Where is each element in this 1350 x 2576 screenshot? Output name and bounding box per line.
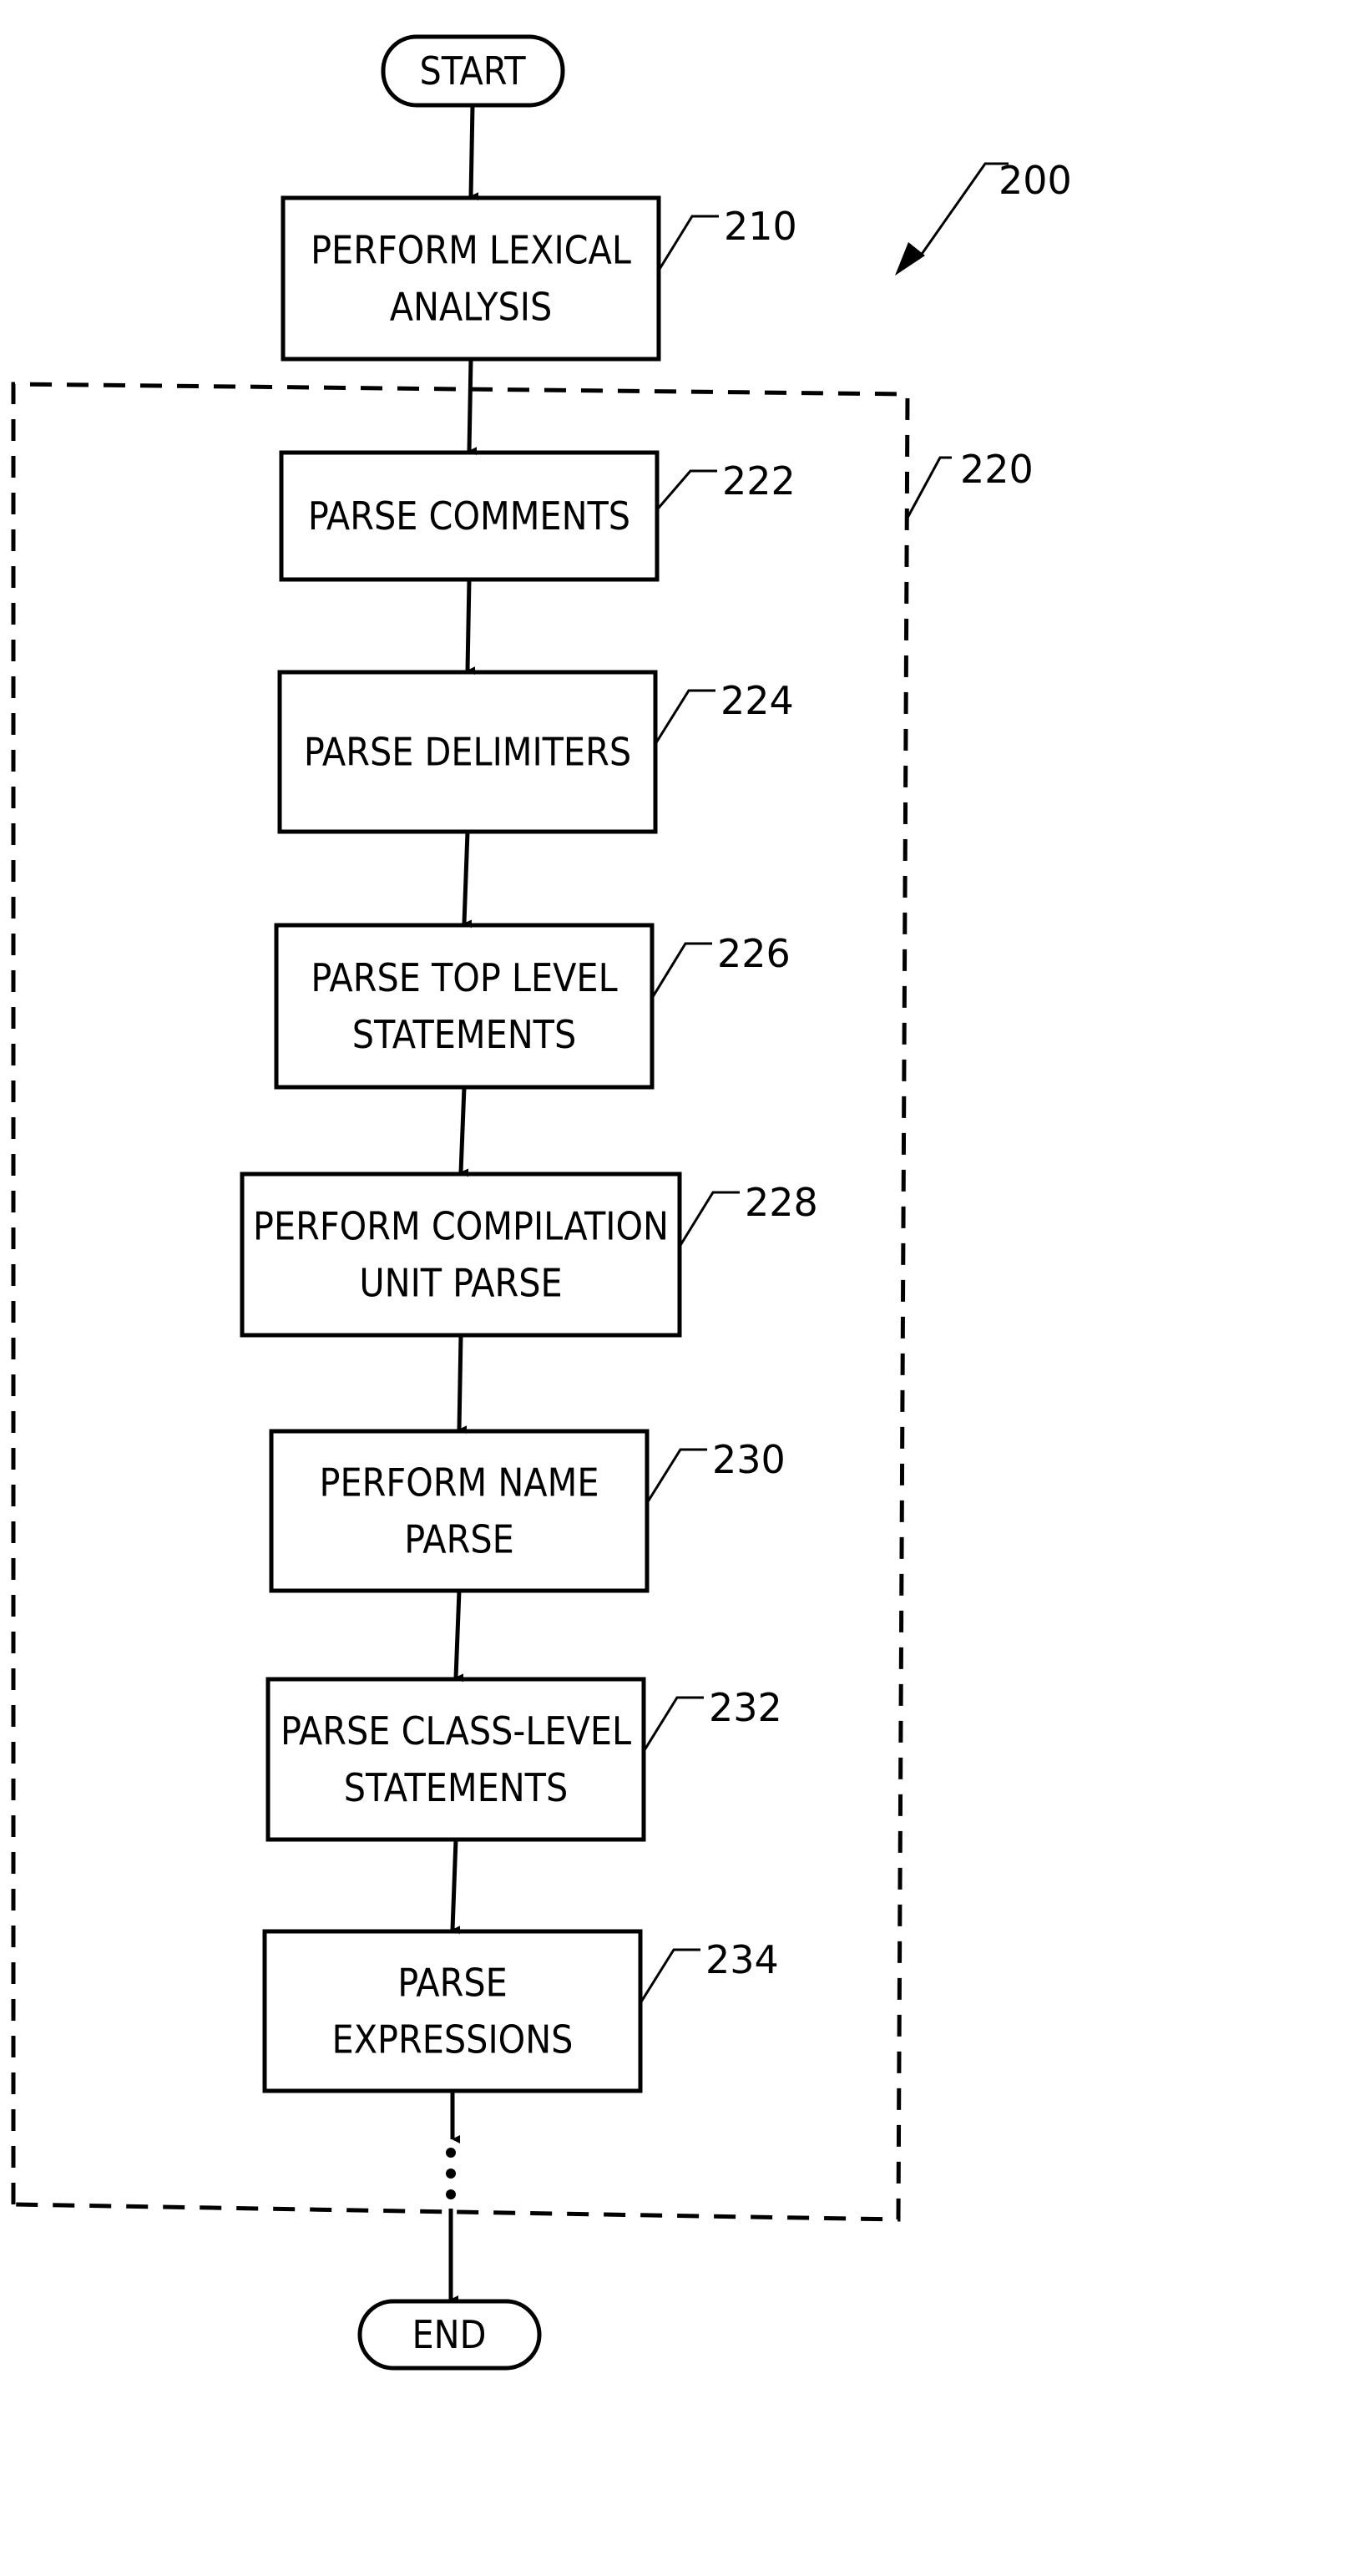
continuation-dots [446, 2148, 456, 2199]
arrow-connector [458, 1086, 469, 1177]
step-label-line: PARSE COMMENTS [308, 493, 630, 539]
arrow-connector [457, 1334, 468, 1435]
step-ref-leader [678, 1191, 740, 1248]
step-ref-leader [642, 1696, 704, 1753]
step-ref-leader [645, 1448, 707, 1504]
step-label-line: PARSE [397, 1961, 508, 2006]
figure-reference: 200 [895, 158, 1072, 276]
step-226: PARSE TOP LEVEL STATEMENTS 226 [274, 923, 791, 1090]
step-label-line: PARSE [404, 1517, 514, 1562]
step-222: PARSE COMMENTS 222 [279, 450, 796, 582]
step-label-line: PERFORM LEXICAL [311, 228, 631, 273]
step-box [281, 195, 661, 362]
end-terminal: END [357, 2299, 542, 2371]
parsing-flowchart: 200 220 START PERFORM LEXICAL ANALYSIS 210… [11, 34, 1072, 2371]
step-ref-label: 230 [712, 1437, 786, 1482]
parse-group-leader [906, 456, 952, 519]
step-ref-label: 228 [745, 1180, 818, 1225]
step-label-line: PARSE CLASS-LEVEL [281, 1708, 631, 1754]
step-label-line: PARSE DELIMITERS [304, 730, 631, 775]
continuation-dot [446, 2189, 456, 2199]
step-224: PARSE DELIMITERS 224 [277, 670, 794, 834]
step-label-line: STATEMENTS [344, 1765, 568, 1810]
step-ref-label: 210 [724, 204, 797, 249]
step-ref-label: 222 [722, 458, 796, 504]
step-box [274, 923, 655, 1090]
start-label: START [420, 48, 527, 94]
step-label-line: EXPRESSIONS [332, 2017, 574, 2062]
continuation-dot [446, 2148, 456, 2158]
step-230: PERFORM NAME PARSE 230 [269, 1429, 786, 1593]
figure-reference-leader [917, 162, 1009, 260]
arrow-connector [465, 579, 476, 676]
step-label-line: ANALYSIS [390, 285, 553, 330]
step-ref-label: 226 [717, 931, 791, 976]
step-232: PARSE CLASS-LEVEL STATEMENTS 232 [265, 1677, 782, 1842]
parse-group-label: 220 [960, 447, 1034, 492]
step-box [269, 1429, 650, 1593]
start-terminal: START [381, 34, 565, 108]
step-ref-leader [639, 1948, 700, 2004]
step-box [262, 1929, 643, 2093]
step-ref-leader [654, 689, 715, 745]
figure-reference-arrowhead-icon [895, 242, 925, 276]
step-ref-label: 224 [721, 678, 794, 723]
figure-reference-label: 200 [999, 158, 1072, 203]
step-label-line: PERFORM NAME [320, 1460, 599, 1506]
step-ref-leader [655, 469, 717, 511]
step-ref-leader [650, 942, 712, 1000]
step-box [265, 1677, 646, 1842]
step-ref-label: 232 [709, 1685, 782, 1730]
continuation-dot [446, 2169, 456, 2179]
step-label-line: PERFORM COMPILATION [253, 1204, 669, 1249]
step-234: PARSE EXPRESSIONS 234 [262, 1929, 779, 2093]
step-210: PERFORM LEXICAL ANALYSIS 210 [281, 195, 797, 362]
arrow-connector [468, 104, 479, 201]
step-box [240, 1172, 682, 1338]
step-ref-label: 234 [705, 1937, 779, 1982]
step-228: PERFORM COMPILATION UNIT PARSE 228 [240, 1172, 818, 1338]
arrow-connector [462, 831, 473, 929]
step-ref-leader [657, 215, 719, 271]
arrow-connector [467, 358, 478, 456]
arrow-connector [453, 1590, 464, 1683]
step-label-line: UNIT PARSE [359, 1261, 562, 1306]
step-label-line: PARSE TOP LEVEL [311, 955, 617, 1000]
end-label: END [412, 2312, 487, 2357]
step-label-line: STATEMENTS [352, 1012, 576, 1057]
arrow-connector [450, 1839, 461, 1935]
